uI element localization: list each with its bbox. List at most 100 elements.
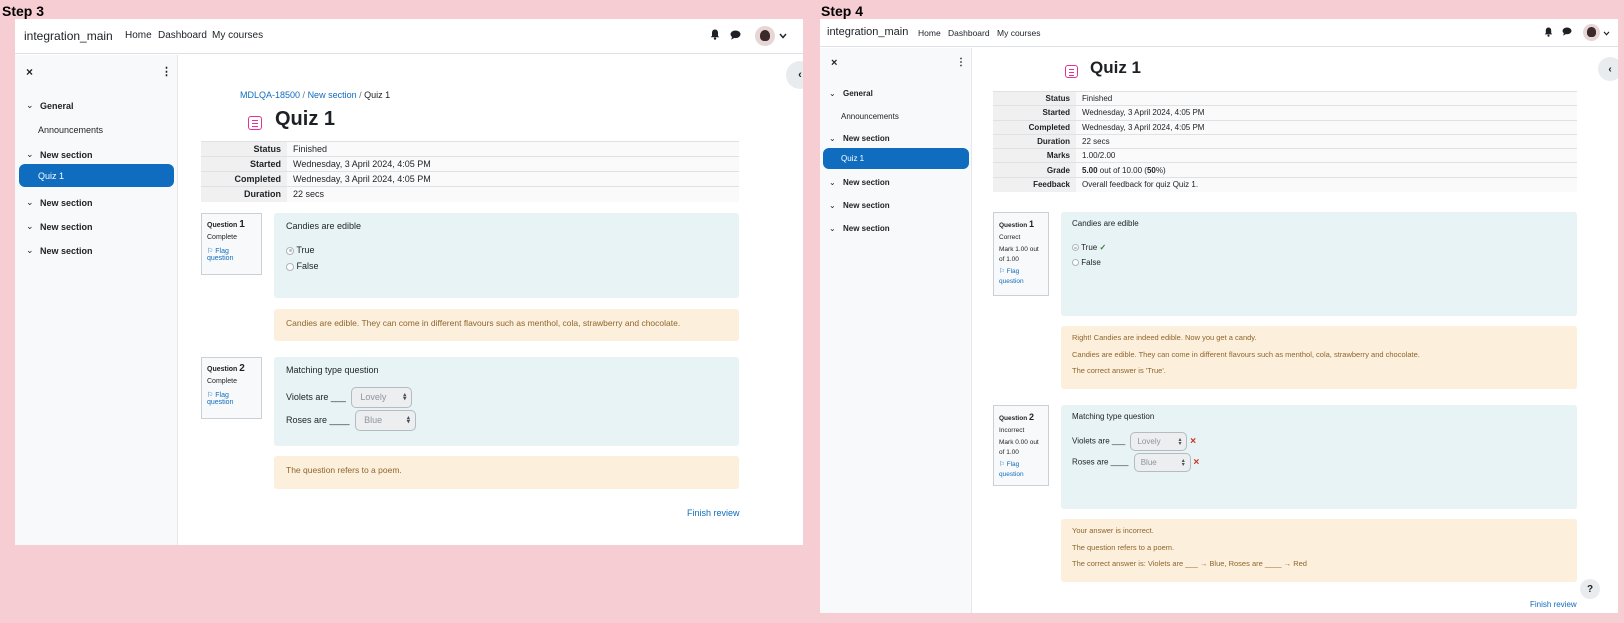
activity-quiz-1-active[interactable]: Quiz 1 xyxy=(823,148,969,169)
section-label: New section xyxy=(843,178,890,187)
section-new-1[interactable]: ⌄ New section xyxy=(26,149,93,160)
site-name[interactable]: integration_main xyxy=(24,29,113,43)
top-navbar: integration_main Home Dashboard My cours… xyxy=(820,19,1618,47)
section-new-4[interactable]: ⌄ New section xyxy=(829,224,890,233)
flag-icon: ⚐ xyxy=(207,248,216,255)
answer-option-false[interactable]: False xyxy=(1072,258,1566,267)
question-number: Question 2 xyxy=(999,412,1034,422)
summary-key: Duration xyxy=(993,133,1076,149)
nav-dashboard[interactable]: Dashboard xyxy=(158,30,207,41)
finish-review-link[interactable]: Finish review xyxy=(1530,600,1577,609)
correct-check-icon: ✓ xyxy=(1099,243,1107,252)
section-general-label: General xyxy=(843,89,873,98)
incorrect-x-icon: ✕ xyxy=(1192,457,1200,467)
general-feedback: Candies are edible. They can come in dif… xyxy=(1072,349,1420,359)
notifications-bell-icon[interactable] xyxy=(1544,27,1553,39)
section-label: New section xyxy=(843,134,890,143)
user-avatar[interactable] xyxy=(755,26,775,46)
activity-quiz-1-label: Quiz 1 xyxy=(38,170,65,181)
summary-value: 5.00 out of 10.00 (50%) xyxy=(1076,162,1577,178)
question-1-info: Question 1 Complete ⚐ Flag question xyxy=(201,213,262,275)
radio-false[interactable] xyxy=(286,262,294,271)
section-new-3[interactable]: ⌄ New section xyxy=(829,201,890,210)
select-arrows-icon: ▴ ▾ xyxy=(1181,457,1185,468)
answer-option-true[interactable]: True xyxy=(286,245,727,255)
course-index-menu-icon[interactable]: ⋮ xyxy=(161,65,172,78)
course-index-menu-icon[interactable]: ⋮ xyxy=(956,57,966,68)
match-select-2[interactable]: Blue ▴ ▾ xyxy=(355,410,417,431)
section-new-4[interactable]: ⌄ New section xyxy=(26,245,93,256)
section-new-3[interactable]: ⌄ New section xyxy=(26,221,93,232)
flag-question-link[interactable]: ⚐ Flag question xyxy=(207,391,256,406)
section-new-2[interactable]: ⌄ New section xyxy=(829,178,890,187)
help-question-icon[interactable]: ? xyxy=(1580,579,1600,599)
notifications-bell-icon[interactable] xyxy=(710,29,720,43)
question-number: Question 1 xyxy=(207,219,245,230)
radio-true[interactable] xyxy=(1072,244,1079,252)
select-arrows-icon: ▴ ▾ xyxy=(403,390,407,403)
section-label: New section xyxy=(40,245,93,256)
question-2-info: Question 2 Complete ⚐ Flag question xyxy=(201,357,262,419)
match-stem: Violets are ___ xyxy=(1072,436,1126,446)
match-row-2: Roses are ____ Blue ▴ ▾ xyxy=(286,410,727,431)
question-1-feedback: Right! Candies are indeed edible. Now yo… xyxy=(1061,326,1577,389)
summary-row: Completed Wednesday, 3 April 2024, 4:05 P… xyxy=(993,119,1577,135)
match-select-2[interactable]: Blue ▴ ▾ xyxy=(1133,453,1191,472)
user-menu-chevron-down-icon[interactable] xyxy=(1603,28,1610,38)
section-new-1[interactable]: ⌄ New section xyxy=(829,134,890,143)
summary-key: Marks xyxy=(993,148,1076,163)
answer-option-false[interactable]: False xyxy=(286,261,727,271)
question-state: Correct xyxy=(999,234,1021,242)
close-drawer-icon[interactable]: × xyxy=(26,65,33,79)
summary-row: Marks 1.00/2.00 xyxy=(993,148,1577,163)
match-stem: Roses are ____ xyxy=(1072,457,1129,467)
section-general[interactable]: ⌄ General xyxy=(829,89,873,98)
activity-quiz-1-active[interactable]: Quiz 1 xyxy=(19,164,174,187)
flag-question-link[interactable]: ⚐ Flag question xyxy=(999,460,1043,479)
radio-true[interactable] xyxy=(286,246,294,255)
activity-announcements[interactable]: Announcements xyxy=(38,125,103,135)
summary-value: Finished xyxy=(1076,90,1577,106)
messages-chat-icon[interactable] xyxy=(1562,27,1572,38)
question-1-formulation: Candies are edible True False xyxy=(274,213,739,298)
question-2-info: Question 2 Incorrect Mark 0.00 out of 1.… xyxy=(993,405,1049,486)
messages-chat-icon[interactable] xyxy=(730,30,741,43)
question-text: Matching type question xyxy=(286,365,379,375)
open-block-drawer-chevron-left-icon[interactable]: ‹ xyxy=(1598,57,1618,81)
summary-row: Grade 5.00 out of 10.00 (50%) xyxy=(993,162,1577,178)
nav-dashboard[interactable]: Dashboard xyxy=(948,28,990,38)
nav-home[interactable]: Home xyxy=(918,28,941,38)
select-arrows-icon: ▴ ▾ xyxy=(1178,436,1182,447)
chevron-down-icon: ⌄ xyxy=(26,149,34,159)
site-name[interactable]: integration_main xyxy=(827,26,908,38)
flag-question-link[interactable]: ⚐ Flag question xyxy=(207,247,256,262)
summary-row: Completed Wednesday, 3 April 2024, 4:05 P… xyxy=(201,171,739,187)
user-menu-chevron-down-icon[interactable] xyxy=(779,32,787,41)
nav-home[interactable]: Home xyxy=(125,30,152,41)
breadcrumb-course[interactable]: MDLQA-18500 xyxy=(240,90,300,100)
activity-quiz-1-label: Quiz 1 xyxy=(841,154,865,163)
question-text: Matching type question xyxy=(1072,412,1155,421)
nav-my-courses[interactable]: My courses xyxy=(212,30,263,41)
question-number: Question 2 xyxy=(207,363,245,374)
activity-announcements[interactable]: Announcements xyxy=(841,112,899,121)
flag-icon: ⚐ xyxy=(999,268,1007,276)
section-new-2[interactable]: ⌄ New section xyxy=(26,197,93,208)
nav-my-courses[interactable]: My courses xyxy=(997,28,1040,38)
question-state: Complete xyxy=(207,378,237,385)
breadcrumb-section[interactable]: New section xyxy=(308,90,357,100)
match-select-1[interactable]: Lovely ▴ ▾ xyxy=(351,387,413,408)
question-text: Candies are edible xyxy=(286,221,362,231)
specific-feedback: Right! Candies are indeed edible. Now yo… xyxy=(1072,333,1257,342)
finish-review-link[interactable]: Finish review xyxy=(687,508,740,518)
close-drawer-icon[interactable]: × xyxy=(831,57,837,69)
user-avatar[interactable] xyxy=(1583,24,1600,41)
flag-question-link[interactable]: ⚐ Flag question xyxy=(999,267,1043,286)
question-1-formulation: Candies are edible True ✓ False xyxy=(1061,212,1577,316)
section-general[interactable]: ⌄ General xyxy=(26,100,74,111)
answer-option-true[interactable]: True ✓ xyxy=(1072,243,1566,252)
radio-false[interactable] xyxy=(1072,259,1079,267)
chevron-down-icon: ⌄ xyxy=(26,221,34,231)
match-select-1[interactable]: Lovely ▴ ▾ xyxy=(1130,432,1188,451)
chevron-down-icon: ⌄ xyxy=(829,178,836,187)
